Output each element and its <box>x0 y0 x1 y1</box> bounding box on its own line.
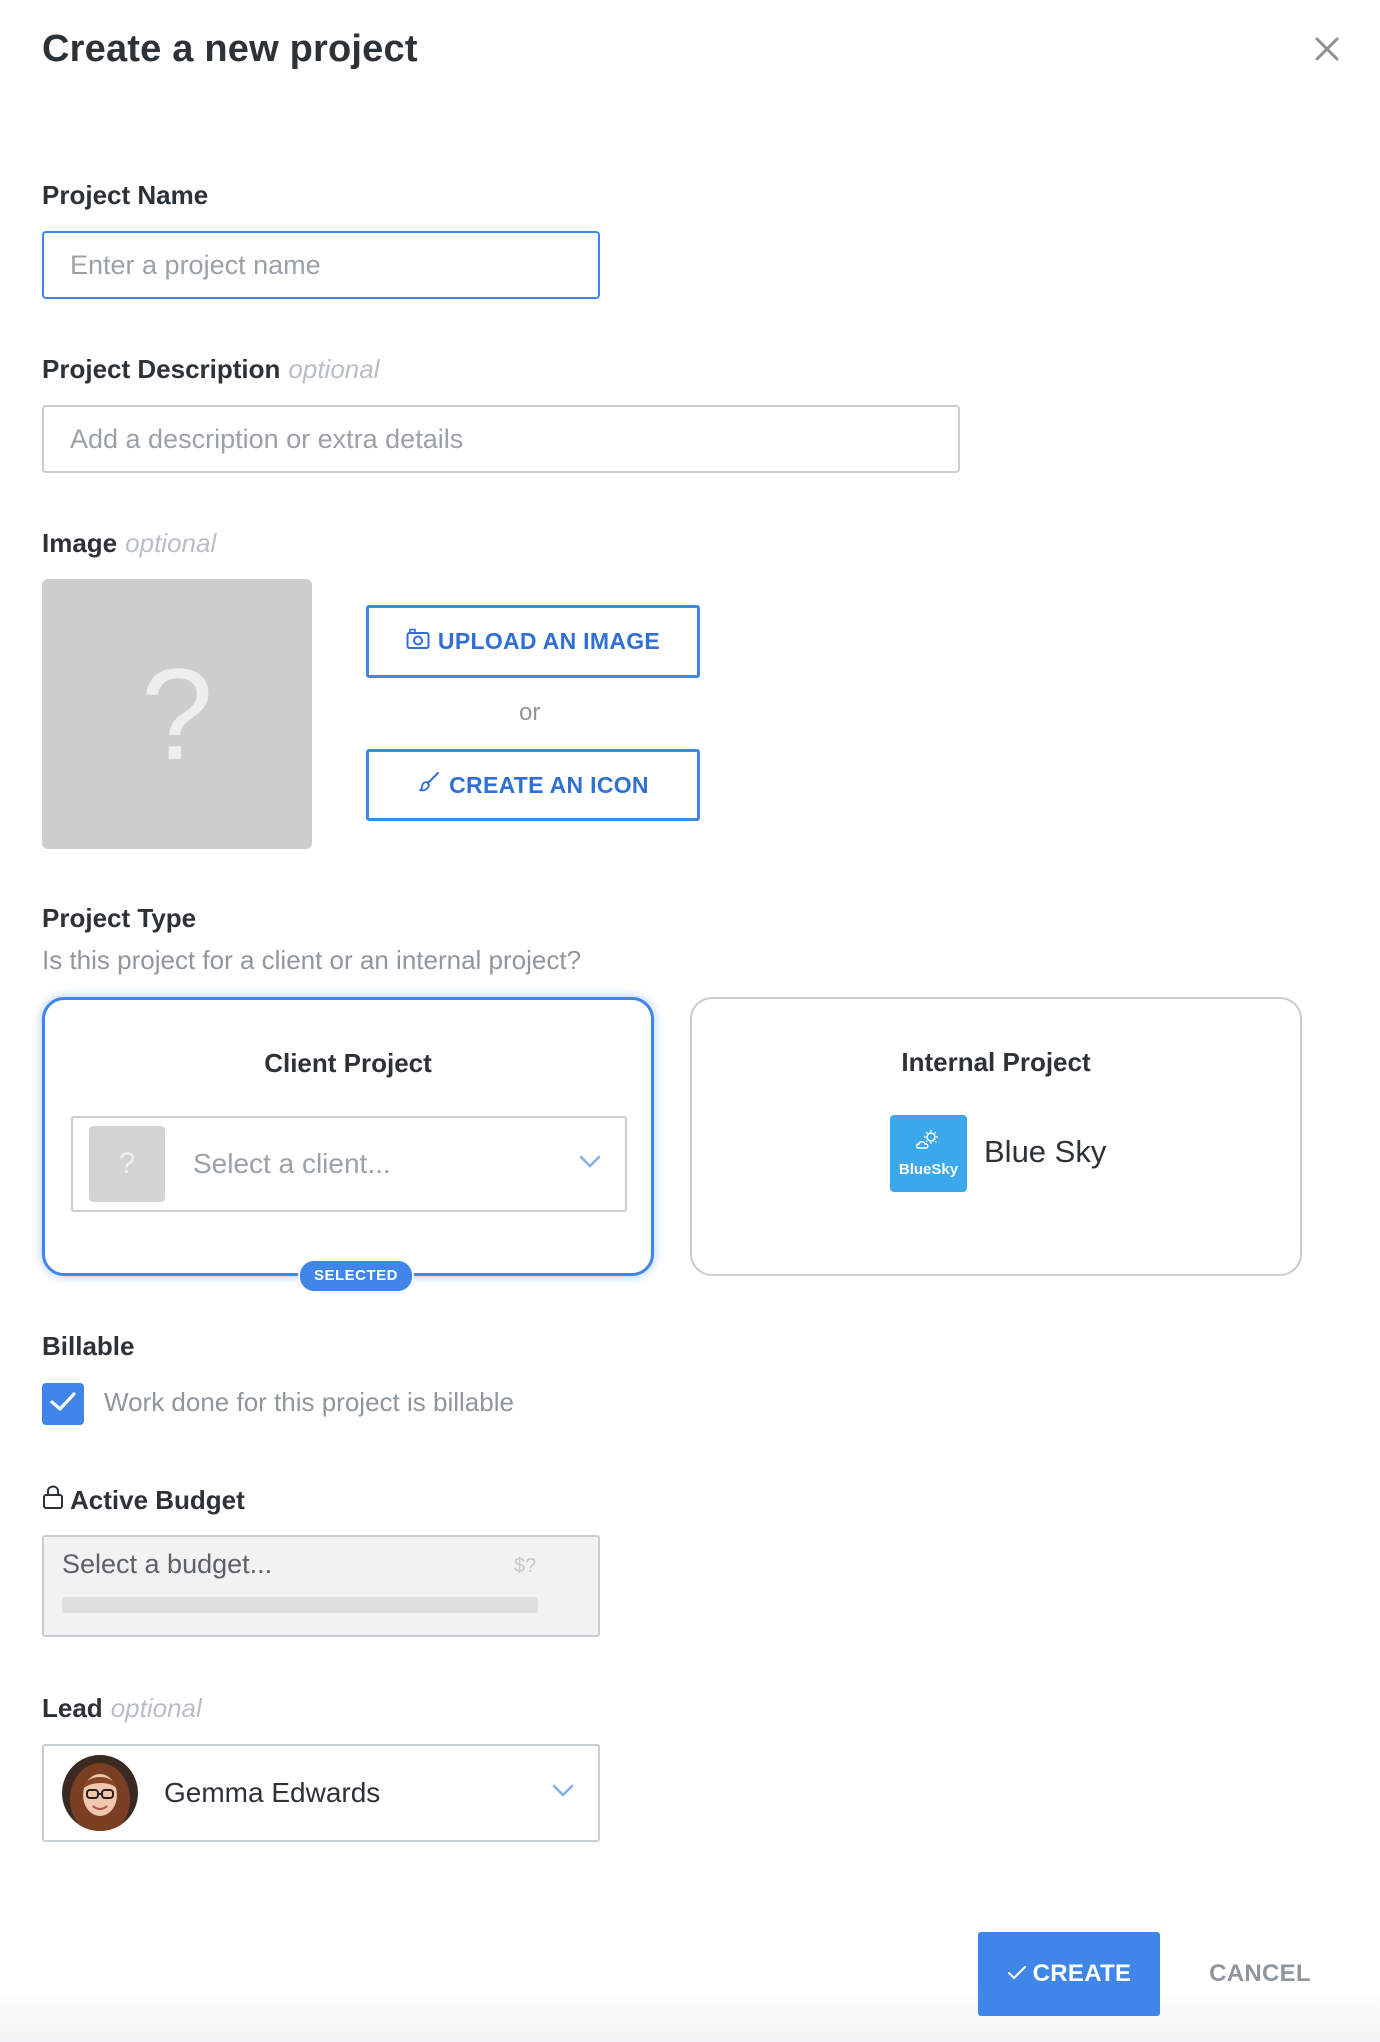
project-description-label: Project Description optional <box>42 354 379 385</box>
image-label: Image optional <box>42 528 216 559</box>
internal-org-name: Blue Sky <box>984 1134 1107 1169</box>
create-button-label: CREATE <box>1032 1960 1132 1987</box>
image-label-text: Image <box>42 528 118 558</box>
modal-footer <box>0 1985 1380 2042</box>
sun-cloud-icon <box>914 1129 944 1156</box>
lead-label: Lead optional <box>42 1693 202 1724</box>
budget-placeholder: Select a budget... <box>62 1549 273 1579</box>
client-select-placeholder: Select a client... <box>193 1148 391 1179</box>
budget-progress-bar <box>62 1597 538 1613</box>
project-type-subtitle: Is this project for a client or an inter… <box>42 945 582 975</box>
lead-name: Gemma Edwards <box>164 1777 381 1808</box>
or-divider-text: or <box>519 699 541 726</box>
upload-image-button[interactable]: UPLOAD AN IMAGE <box>366 605 700 678</box>
budget-currency-hint: $? <box>514 1555 537 1577</box>
check-icon <box>1007 1960 1027 1988</box>
project-type-label: Project Type <box>42 903 197 933</box>
lead-label-text: Lead <box>42 1693 103 1723</box>
billable-checkbox-label: Work done for this project is billable <box>104 1387 514 1417</box>
create-button[interactable]: CREATE <box>978 1932 1160 2016</box>
client-avatar-placeholder: ? <box>89 1126 165 1202</box>
cancel-button[interactable]: CANCEL <box>1200 1932 1320 2016</box>
internal-project-title: Internal Project <box>901 1047 1091 1077</box>
chevron-down-icon <box>579 1155 601 1174</box>
bluesky-logo: BlueSky <box>890 1115 967 1192</box>
lock-icon <box>42 1484 64 1517</box>
modal-title: Create a new project <box>42 28 418 70</box>
camera-icon <box>406 628 430 656</box>
active-budget-label: Active Budget <box>42 1484 245 1517</box>
check-icon <box>49 1391 77 1418</box>
paintbrush-icon <box>417 770 441 800</box>
close-icon[interactable] <box>1312 34 1342 64</box>
project-description-input[interactable] <box>42 405 960 473</box>
upload-image-label: UPLOAD AN IMAGE <box>437 628 661 654</box>
selected-badge: SELECTED <box>298 1259 415 1293</box>
billable-label: Billable <box>42 1331 135 1361</box>
budget-select[interactable]: Select a budget... $? <box>42 1535 600 1637</box>
client-select[interactable]: ? Select a client... <box>71 1116 627 1212</box>
optional-tag: optional <box>125 528 217 558</box>
optional-tag: optional <box>110 1693 202 1723</box>
create-icon-label: CREATE AN ICON <box>449 771 649 798</box>
optional-tag: optional <box>288 354 380 384</box>
client-project-title: Client Project <box>264 1048 432 1078</box>
active-budget-label-text: Active Budget <box>70 1485 245 1515</box>
client-project-card[interactable]: Client Project ? Select a client... SELE… <box>42 997 654 1293</box>
image-placeholder-glyph: ? <box>140 641 214 787</box>
avatar <box>62 1755 138 1831</box>
chevron-down-icon <box>552 1784 574 1803</box>
project-description-label-text: Project Description <box>42 354 281 384</box>
billable-checkbox[interactable] <box>42 1383 84 1425</box>
project-name-label: Project Name <box>42 180 209 210</box>
bluesky-logo-text: BlueSky <box>898 1161 959 1178</box>
project-name-input[interactable] <box>42 231 600 299</box>
internal-project-card[interactable]: Internal Project BlueSky Blue Sky <box>690 997 1302 1276</box>
image-preview: ? <box>42 579 312 849</box>
client-avatar-glyph: ? <box>118 1147 136 1180</box>
create-icon-button[interactable]: CREATE AN ICON <box>366 749 700 821</box>
lead-select[interactable]: Gemma Edwards <box>42 1744 600 1842</box>
